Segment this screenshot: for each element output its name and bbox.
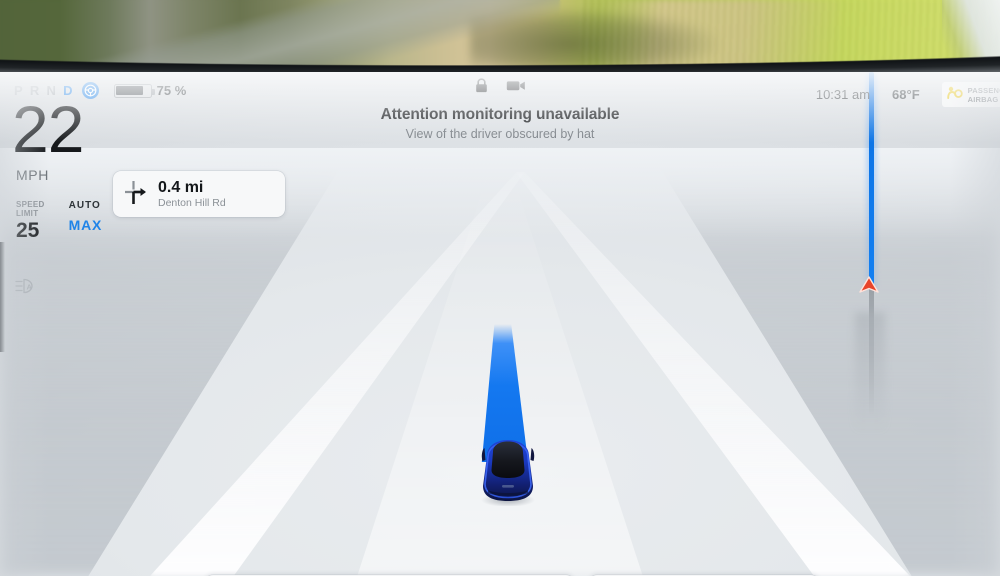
airbag-line2: AIRBAG bbox=[967, 94, 999, 104]
svg-text:A: A bbox=[27, 282, 33, 291]
camera-icon bbox=[506, 79, 526, 97]
alert-subtitle: View of the driver obscured by hat bbox=[405, 127, 595, 141]
turn-text: 0.4 mi Denton Hill Rd bbox=[158, 179, 226, 210]
autosteer-max-block: AUTO MAX bbox=[69, 200, 103, 241]
instrument-cluster-panel: P R N D 75 % 22 MPH SPEED LIMIT 25 AUTO … bbox=[0, 72, 1000, 576]
speed-limit-label: SPEED LIMIT bbox=[16, 200, 45, 218]
speed-limit-label-line2: LIMIT bbox=[16, 209, 39, 219]
panel-left-edge-shadow bbox=[0, 242, 5, 352]
turn-right-icon bbox=[123, 179, 149, 210]
route-position-marker-icon bbox=[857, 275, 881, 295]
speed-unit-label: MPH bbox=[16, 167, 49, 183]
status-bar-right: 10:31 am 68°F PASSENGER AIRBAG bbox=[815, 82, 1000, 107]
auto-label: AUTO bbox=[68, 200, 101, 211]
route-trail-fade bbox=[855, 312, 885, 432]
windshield-camera-view bbox=[0, 0, 1000, 72]
outside-temperature-label: 68°F bbox=[892, 87, 920, 102]
dashboard-cowl bbox=[0, 40, 1000, 72]
clock-label: 10:31 am bbox=[815, 87, 871, 102]
passenger-airbag-indicator: PASSENGER AIRBAG bbox=[941, 82, 1000, 107]
alert-title: Attention monitoring unavailable bbox=[380, 106, 620, 123]
speed-limit-label-line1: SPEED bbox=[16, 200, 45, 209]
autopilot-road-visualization bbox=[0, 72, 1000, 576]
speed-limit-block: SPEED LIMIT 25 AUTO MAX bbox=[16, 200, 102, 241]
navigation-turn-card[interactable]: 0.4 mi Denton Hill Rd bbox=[113, 171, 285, 217]
auto-high-beam-icon: A bbox=[15, 278, 41, 299]
turn-distance: 0.4 mi bbox=[158, 178, 204, 196]
turn-street-name: Denton Hill Rd bbox=[158, 197, 226, 210]
passenger-airbag-icon bbox=[946, 85, 963, 104]
speed-limit-value: 25 bbox=[16, 219, 40, 243]
speed-limit-sign: SPEED LIMIT 25 bbox=[16, 200, 45, 241]
passenger-airbag-text: PASSENGER AIRBAG bbox=[968, 86, 1000, 104]
ego-vehicle-model bbox=[476, 430, 540, 507]
airbag-line1: PASSENGER bbox=[967, 85, 1000, 95]
lock-icon bbox=[475, 78, 488, 98]
auto-max-label: MAX bbox=[68, 217, 103, 233]
